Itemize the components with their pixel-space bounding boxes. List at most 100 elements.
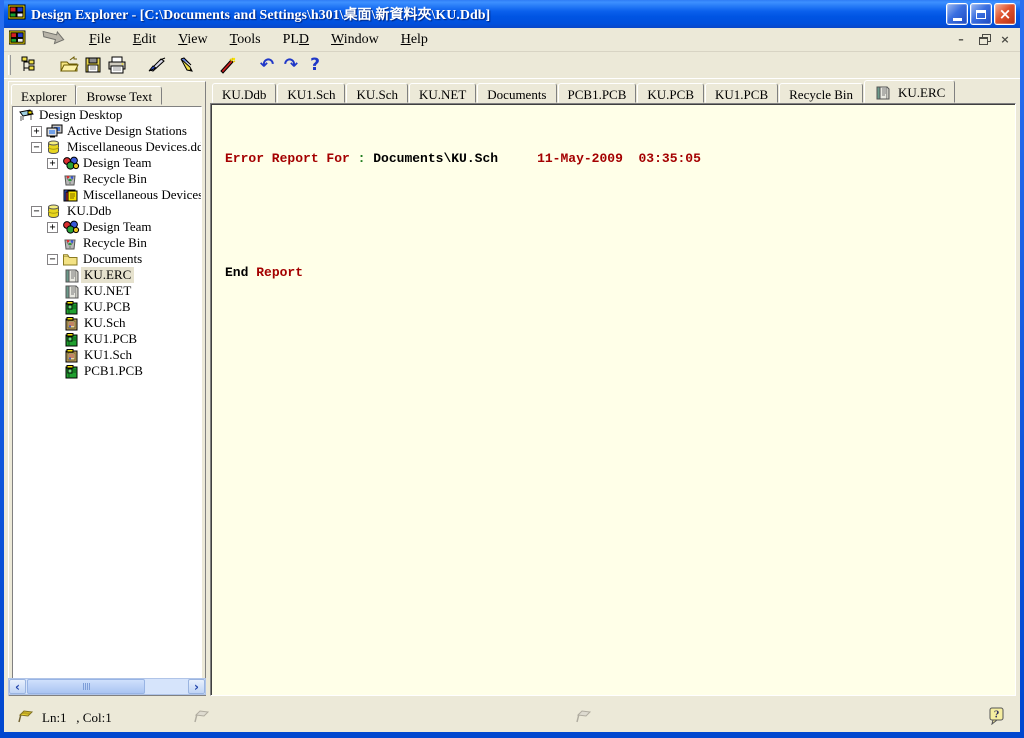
minimize-button[interactable]: [946, 3, 968, 25]
pcb-doc-icon: [63, 332, 81, 347]
scroll-left-button[interactable]: ‹: [9, 679, 26, 694]
help-balloon-button[interactable]: ?: [988, 707, 1006, 729]
system-menu-icon[interactable]: [9, 30, 26, 50]
tree-item-label: Design Team: [80, 155, 155, 171]
tree-item-label: Miscellaneous Devices.lib: [80, 187, 202, 203]
menu-tools[interactable]: Tools: [219, 30, 272, 50]
printer-icon: [107, 56, 127, 74]
recycle-bin-icon: [62, 236, 80, 251]
scrollbar-thumb[interactable]: [27, 679, 145, 694]
window-title: Design Explorer - [C:\Documents and Sett…: [31, 4, 490, 24]
doc-tab-ku-pcb[interactable]: KU.PCB: [637, 83, 704, 103]
tree-item-label: KU.Sch: [81, 315, 129, 331]
status-flag-icon: [16, 708, 36, 728]
save-button[interactable]: [81, 53, 105, 77]
tab-browse-text[interactable]: Browse Text: [76, 86, 162, 105]
sch-doc-icon: [63, 316, 81, 331]
cross-probe-button[interactable]: [145, 53, 169, 77]
doc-tab-ku1-pcb[interactable]: KU1.PCB: [705, 83, 778, 103]
tree-item-misc-devices-ddb[interactable]: − Miscellaneous Devices.ddb: [13, 139, 201, 155]
scroll-right-button[interactable]: ›: [188, 679, 205, 694]
tree-item-label: Recycle Bin: [80, 235, 150, 251]
tree-item-label: Design Team: [80, 219, 155, 235]
doc-tab-label: KU.ERC: [898, 85, 945, 101]
tree-item-ku-sch[interactable]: KU.Sch: [13, 315, 201, 331]
undo-button[interactable]: ↶: [255, 53, 279, 77]
tree-item-label: Active Design Stations: [64, 123, 190, 139]
expand-plus-icon[interactable]: +: [31, 126, 42, 137]
doc-tab-ku-net[interactable]: KU.NET: [409, 83, 476, 103]
doc-tab-ku-erc[interactable]: KU.ERC: [864, 80, 955, 103]
menu-edit[interactable]: Edit: [122, 30, 167, 50]
mdi-close-button[interactable]: ×: [996, 32, 1014, 47]
tree-item-label: KU.Ddb: [64, 203, 114, 219]
design-menu-arrow-icon[interactable]: [40, 30, 66, 50]
close-button[interactable]: ×: [994, 3, 1016, 25]
redo-button[interactable]: ↷: [279, 53, 303, 77]
error-report-view[interactable]: Error Report For : Documents\KU.Sch 11-M…: [210, 103, 1016, 696]
minimize-icon: [953, 18, 962, 21]
tree-item-label: Miscellaneous Devices.ddb: [64, 139, 202, 155]
pcb-doc-icon: [63, 300, 81, 315]
wiring-tool-button[interactable]: [175, 53, 199, 77]
tree-item-design-team[interactable]: + Design Team: [13, 219, 201, 235]
expand-plus-icon[interactable]: +: [47, 158, 58, 169]
document-area: KU.Ddb KU1.Sch KU.Sch KU.NET Documents P…: [210, 80, 1016, 696]
tree-item-pcb1-pcb[interactable]: PCB1.PCB: [13, 363, 201, 379]
menu-window[interactable]: Window: [320, 30, 390, 50]
maximize-button[interactable]: [970, 3, 992, 25]
doc-tab-ku-sch[interactable]: KU.Sch: [346, 83, 408, 103]
tab-explorer[interactable]: Explorer: [11, 84, 76, 105]
title-bar[interactable]: Design Explorer - [C:\Documents and Sett…: [4, 0, 1020, 28]
tree-item-misc-devices-lib[interactable]: Miscellaneous Devices.lib: [13, 187, 201, 203]
help-icon: ?: [310, 55, 320, 75]
doc-tab-ku1-sch[interactable]: KU1.Sch: [277, 83, 345, 103]
expand-minus-icon[interactable]: −: [31, 142, 42, 153]
report-line: Error Report For : Documents\KU.Sch 11-M…: [225, 149, 1015, 168]
menu-file[interactable]: File: [78, 30, 122, 50]
doc-tab-pcb1-pcb[interactable]: PCB1.PCB: [558, 83, 637, 103]
tree-item-recycle-bin[interactable]: Recycle Bin: [13, 235, 201, 251]
window-frame: Design Explorer - [C:\Documents and Sett…: [0, 0, 1024, 738]
expand-minus-icon[interactable]: −: [47, 254, 58, 265]
tree-item-label: Design Desktop: [36, 107, 125, 123]
restore-icon: [979, 37, 988, 45]
tree-item-ku1-sch[interactable]: KU1.Sch: [13, 347, 201, 363]
tree-item-ku-ddb[interactable]: − KU.Ddb: [13, 203, 201, 219]
menu-pld[interactable]: PLD: [272, 30, 320, 50]
doc-tab-ku-ddb[interactable]: KU.Ddb: [212, 83, 276, 103]
tree-item-design-desktop[interactable]: Design Desktop: [13, 107, 201, 123]
folder-icon: [62, 252, 80, 267]
tree-item-ku-pcb[interactable]: KU.PCB: [13, 299, 201, 315]
mdi-restore-button[interactable]: [974, 32, 992, 47]
save-floppy-icon: [84, 56, 102, 74]
tree-item-ku-net[interactable]: KU.NET: [13, 283, 201, 299]
close-icon: ×: [999, 7, 1012, 22]
status-flag-gray-icon: [574, 708, 594, 728]
tree-item-ku-erc[interactable]: KU.ERC: [13, 267, 201, 283]
print-button[interactable]: [105, 53, 129, 77]
tree-item-ku1-pcb[interactable]: KU1.PCB: [13, 331, 201, 347]
mdi-minimize-button[interactable]: –: [952, 32, 970, 47]
toolbar-grip[interactable]: [8, 55, 11, 75]
help-button[interactable]: ?: [303, 53, 327, 77]
design-tree: Design Desktop + Active Design Stations …: [12, 106, 202, 692]
menu-help[interactable]: Help: [390, 30, 439, 50]
tree-item-design-team[interactable]: + Design Team: [13, 155, 201, 171]
tree-horizontal-scrollbar[interactable]: ‹ ›: [8, 678, 206, 695]
desktop-icon: [18, 108, 36, 123]
expand-plus-icon[interactable]: +: [47, 222, 58, 233]
menu-view[interactable]: View: [167, 30, 219, 50]
expand-minus-icon[interactable]: −: [31, 206, 42, 217]
explorer-panel: Explorer Browse Text Design Desktop + Ac…: [8, 81, 206, 696]
tree-item-active-design-stations[interactable]: + Active Design Stations: [13, 123, 201, 139]
doc-tab-documents[interactable]: Documents: [477, 83, 556, 103]
wand-button[interactable]: [215, 53, 239, 77]
open-document-button[interactable]: [57, 53, 81, 77]
tree-item-label: KU.PCB: [81, 299, 134, 315]
magic-wand-icon: [217, 56, 237, 74]
tree-item-recycle-bin[interactable]: Recycle Bin: [13, 171, 201, 187]
tree-item-documents[interactable]: − Documents: [13, 251, 201, 267]
explorer-toggle-button[interactable]: [17, 53, 41, 77]
doc-tab-recycle-bin[interactable]: Recycle Bin: [779, 83, 863, 103]
